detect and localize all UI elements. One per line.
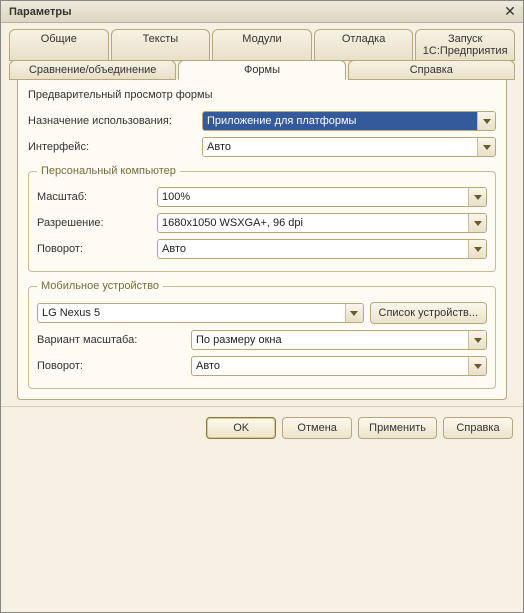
tab-forms[interactable]: Формы	[178, 60, 345, 80]
cancel-button[interactable]: Отмена	[282, 417, 352, 439]
pc-rotation-label: Поворот:	[37, 243, 153, 255]
help-button[interactable]: Справка	[443, 417, 513, 439]
mobile-device-combo-arrow[interactable]	[345, 304, 363, 322]
mobile-rotation-combo-arrow[interactable]	[468, 357, 486, 375]
mobile-device-combo[interactable]: LG Nexus 5	[37, 303, 364, 323]
row-purpose: Назначение использования: Приложение для…	[28, 111, 496, 131]
close-icon: ✕	[504, 3, 516, 20]
tab-modules[interactable]: Модули	[212, 29, 312, 61]
mobile-scale-variant-value: По размеру окна	[192, 331, 468, 349]
row-pc-resolution: Разрешение: 1680x1050 WSXGA+, 96 dpi	[37, 213, 487, 233]
tab-compare[interactable]: Сравнение/объединение	[9, 60, 176, 80]
row-pc-scale: Масштаб: 100%	[37, 187, 487, 207]
device-list-button[interactable]: Список устройств...	[370, 302, 488, 324]
chevron-down-icon	[483, 145, 491, 150]
row-mobile-device: LG Nexus 5 Список устройств...	[37, 302, 487, 324]
pc-rotation-combo-arrow[interactable]	[468, 240, 486, 258]
form-preview-heading: Предварительный просмотр формы	[28, 89, 496, 101]
purpose-label: Назначение использования:	[28, 115, 198, 127]
chevron-down-icon	[474, 338, 482, 343]
pc-resolution-combo-arrow[interactable]	[468, 214, 486, 232]
pc-scale-combo[interactable]: 100%	[157, 187, 487, 207]
mobile-scale-variant-label: Вариант масштаба:	[37, 334, 187, 346]
row-pc-rotation: Поворот: Авто	[37, 239, 487, 259]
tab-texts[interactable]: Тексты	[111, 29, 211, 61]
tab-help[interactable]: Справка	[348, 60, 515, 80]
pc-scale-value: 100%	[158, 188, 468, 206]
tabs-area: Общие Тексты Модули Отладка Запуск 1С:Пр…	[1, 23, 523, 406]
close-button[interactable]: ✕	[501, 4, 519, 20]
chevron-down-icon	[474, 364, 482, 369]
row-interface: Интерфейс: Авто	[28, 137, 496, 157]
mobile-rotation-combo[interactable]: Авто	[191, 356, 487, 376]
mobile-group: Мобильное устройство LG Nexus 5 Список у…	[28, 280, 496, 389]
apply-button[interactable]: Применить	[358, 417, 437, 439]
pc-group: Персональный компьютер Масштаб: 100% Раз…	[28, 165, 496, 272]
tab-debug[interactable]: Отладка	[314, 29, 414, 61]
tab-row-front: Сравнение/объединение Формы Справка	[9, 60, 515, 80]
window-title: Параметры	[9, 6, 71, 18]
row-mobile-rotation: Поворот: Авто	[37, 356, 487, 376]
tab-general[interactable]: Общие	[9, 29, 109, 61]
purpose-value: Приложение для платформы	[203, 112, 477, 130]
mobile-device-value: LG Nexus 5	[38, 304, 345, 322]
purpose-combo-arrow[interactable]	[477, 112, 495, 130]
dialog-button-bar: OK Отмена Применить Справка	[1, 406, 523, 449]
ok-button[interactable]: OK	[206, 417, 276, 439]
row-mobile-scale: Вариант масштаба: По размеру окна	[37, 330, 487, 350]
pc-scale-combo-arrow[interactable]	[468, 188, 486, 206]
chevron-down-icon	[474, 221, 482, 226]
tab-content-forms: Предварительный просмотр формы Назначени…	[17, 79, 507, 400]
pc-rotation-combo[interactable]: Авто	[157, 239, 487, 259]
mobile-scale-variant-combo[interactable]: По размеру окна	[191, 330, 487, 350]
pc-resolution-label: Разрешение:	[37, 217, 153, 229]
chevron-down-icon	[350, 311, 358, 316]
chevron-down-icon	[474, 195, 482, 200]
tab-row-back: Общие Тексты Модули Отладка Запуск 1С:Пр…	[9, 29, 515, 61]
mobile-rotation-label: Поворот:	[37, 360, 187, 372]
interface-value: Авто	[203, 138, 477, 156]
pc-resolution-value: 1680x1050 WSXGA+, 96 dpi	[158, 214, 468, 232]
pc-group-legend: Персональный компьютер	[37, 165, 180, 177]
interface-label: Интерфейс:	[28, 141, 198, 153]
chevron-down-icon	[483, 119, 491, 124]
pc-scale-label: Масштаб:	[37, 191, 153, 203]
interface-combo[interactable]: Авто	[202, 137, 496, 157]
pc-resolution-combo[interactable]: 1680x1050 WSXGA+, 96 dpi	[157, 213, 487, 233]
mobile-rotation-value: Авто	[192, 357, 468, 375]
mobile-group-legend: Мобильное устройство	[37, 280, 163, 292]
tab-launch[interactable]: Запуск 1С:Предприятия	[415, 29, 515, 61]
purpose-combo[interactable]: Приложение для платформы	[202, 111, 496, 131]
interface-combo-arrow[interactable]	[477, 138, 495, 156]
titlebar: Параметры ✕	[1, 1, 523, 23]
chevron-down-icon	[474, 247, 482, 252]
mobile-scale-variant-combo-arrow[interactable]	[468, 331, 486, 349]
settings-window: Параметры ✕ Общие Тексты Модули Отладка …	[0, 0, 524, 613]
pc-rotation-value: Авто	[158, 240, 468, 258]
